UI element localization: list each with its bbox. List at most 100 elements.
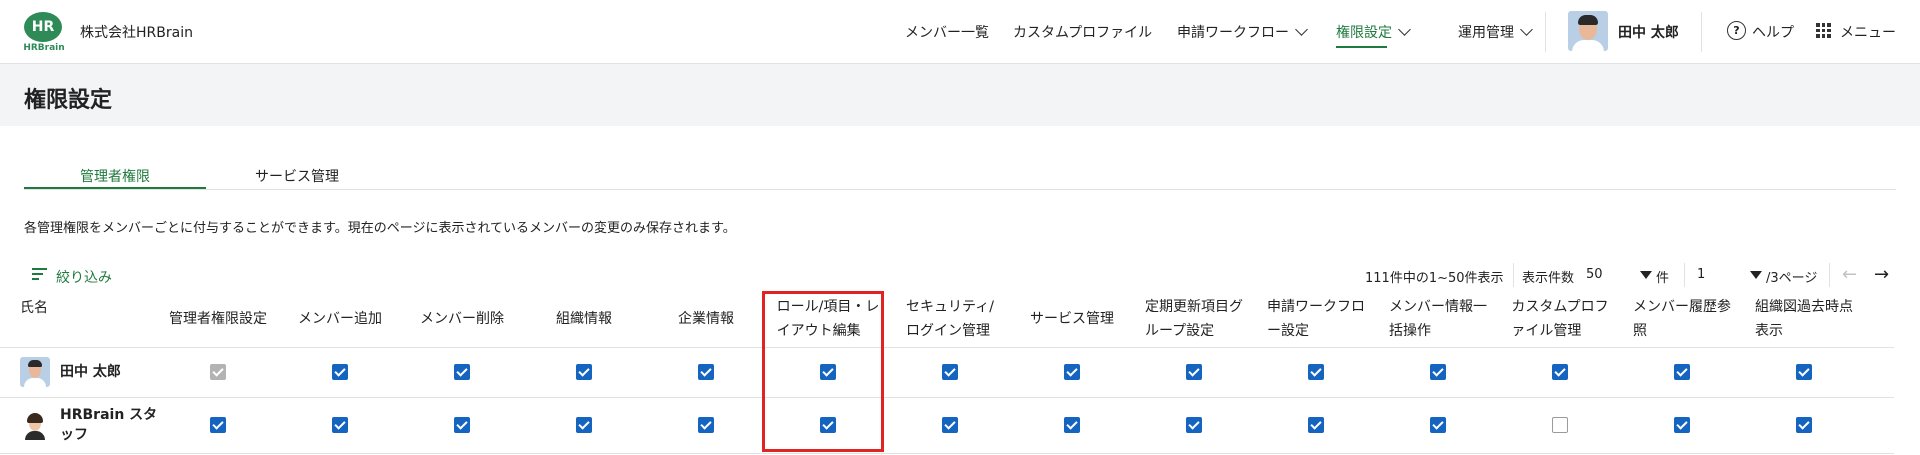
permission-cell bbox=[1064, 364, 1080, 380]
grid-menu-icon[interactable] bbox=[1816, 23, 1831, 38]
permission-cell bbox=[1796, 417, 1812, 433]
nav-custom-profile[interactable]: カスタムプロファイル bbox=[1013, 22, 1152, 42]
column-header-text: カスタムプロフ ァイル管理 bbox=[1511, 295, 1608, 343]
column-header-line: 定期更新項目グ bbox=[1145, 299, 1243, 315]
permission-cell bbox=[454, 417, 470, 433]
member-name: HRBrain スタ ッフ bbox=[60, 405, 157, 445]
next-page-arrow-icon[interactable]: → bbox=[1874, 264, 1889, 285]
permission-checkbox[interactable] bbox=[1674, 417, 1690, 433]
permission-checkbox[interactable] bbox=[942, 417, 958, 433]
nav-label: 運用管理 bbox=[1458, 25, 1514, 41]
permission-checkbox bbox=[210, 364, 226, 380]
permission-checkbox[interactable] bbox=[1064, 417, 1080, 433]
nav-workflow[interactable]: 申請ワークフロー bbox=[1177, 22, 1308, 42]
permission-checkbox[interactable] bbox=[698, 364, 714, 380]
column-header-line: セキュリティ/ bbox=[906, 299, 994, 315]
permission-checkbox[interactable] bbox=[1552, 417, 1568, 433]
column-header-text: メンバー追加 bbox=[298, 307, 382, 331]
page-total: /3ページ bbox=[1766, 271, 1818, 286]
permission-cell bbox=[576, 364, 592, 380]
prev-page-arrow-icon[interactable]: ← bbox=[1842, 264, 1857, 285]
column-header: 組織情報 bbox=[523, 294, 645, 344]
nav-label: カスタムプロファイル bbox=[1013, 25, 1153, 41]
user-avatar[interactable] bbox=[1568, 11, 1608, 51]
column-header-text: メンバー情報一 括操作 bbox=[1389, 295, 1487, 343]
filter-button[interactable]: 絞り込み bbox=[56, 267, 112, 287]
menu-button[interactable]: メニュー bbox=[1840, 22, 1896, 42]
column-header-line: カスタムプロフ bbox=[1511, 299, 1609, 315]
permission-checkbox[interactable] bbox=[1796, 417, 1812, 433]
column-header-line: サービス管理 bbox=[1030, 311, 1114, 327]
permission-cell bbox=[1186, 364, 1202, 380]
permission-checkbox[interactable] bbox=[1064, 364, 1080, 380]
page-title: 権限設定 bbox=[24, 88, 113, 113]
avatar bbox=[20, 357, 50, 387]
per-page-select[interactable]: 50 bbox=[1586, 267, 1603, 282]
permission-checkbox[interactable] bbox=[1552, 364, 1568, 380]
column-header: 申請ワークフロ ー設定 bbox=[1255, 294, 1377, 344]
column-header-text: セキュリティ/ログイン管理 bbox=[906, 295, 994, 343]
logo-subtext: HRBrain bbox=[23, 43, 65, 53]
member-name-line: 田中 太郎 bbox=[60, 364, 121, 380]
company-name: 株式会社HRBrain bbox=[80, 25, 193, 41]
permission-checkbox[interactable] bbox=[942, 364, 958, 380]
tab-admin-permissions[interactable]: 管理者権限 bbox=[24, 166, 206, 186]
permission-cell bbox=[1064, 417, 1080, 433]
nav-permission-settings[interactable]: 権限設定 bbox=[1336, 22, 1411, 48]
permission-checkbox[interactable] bbox=[1308, 364, 1324, 380]
permission-checkbox[interactable] bbox=[332, 417, 348, 433]
column-header-line: 企業情報 bbox=[678, 311, 734, 327]
permission-checkbox[interactable] bbox=[1308, 417, 1324, 433]
hrbrain-logo[interactable]: HR HRBrain bbox=[22, 12, 65, 54]
caret-down-icon[interactable] bbox=[1750, 271, 1762, 279]
permission-checkbox[interactable] bbox=[698, 417, 714, 433]
avatar-body bbox=[1572, 40, 1604, 51]
user-name[interactable]: 田中 太郎 bbox=[1618, 22, 1679, 42]
filter-icon[interactable] bbox=[32, 268, 47, 280]
tab-service-management[interactable]: サービス管理 bbox=[206, 166, 388, 186]
permission-cell bbox=[1186, 417, 1202, 433]
permission-checkbox[interactable] bbox=[1430, 364, 1446, 380]
column-header-line: 照 bbox=[1633, 323, 1647, 339]
column-header-text: 定期更新項目グ ループ設定 bbox=[1145, 295, 1243, 343]
column-header-line: メンバー削除 bbox=[420, 311, 504, 327]
column-header-text: 組織情報 bbox=[556, 307, 612, 331]
help-link[interactable]: ヘルプ bbox=[1752, 22, 1794, 42]
permission-cell bbox=[942, 364, 958, 380]
chevron-down-icon bbox=[1295, 23, 1308, 36]
page-select[interactable]: 1 bbox=[1697, 267, 1705, 282]
nav-member-list[interactable]: メンバー一覧 bbox=[905, 22, 989, 42]
permission-checkbox[interactable] bbox=[1186, 364, 1202, 380]
top-header: HR HRBrain 株式会社HRBrain メンバー一覧 カスタムプロファイル… bbox=[0, 0, 1920, 64]
permission-checkbox[interactable] bbox=[332, 364, 348, 380]
column-header: セキュリティ/ログイン管理 bbox=[889, 294, 1011, 344]
permission-checkbox[interactable] bbox=[1674, 364, 1690, 380]
table-header-divider bbox=[0, 347, 1894, 348]
header-divider bbox=[1545, 12, 1546, 52]
column-header-text: 組織図過去時点 表示 bbox=[1755, 295, 1853, 343]
permission-checkbox[interactable] bbox=[1186, 417, 1202, 433]
avatar-hair bbox=[1578, 15, 1598, 25]
caret-down-icon[interactable] bbox=[1640, 271, 1652, 279]
permission-checkbox[interactable] bbox=[210, 417, 226, 433]
nav-operation-management[interactable]: 運用管理 bbox=[1458, 22, 1533, 42]
permission-checkbox[interactable] bbox=[454, 417, 470, 433]
permission-checkbox[interactable] bbox=[576, 417, 592, 433]
pagination-divider bbox=[1513, 263, 1514, 287]
help-icon[interactable]: ? bbox=[1727, 21, 1746, 40]
column-header: 定期更新項目グ ループ設定 bbox=[1133, 294, 1255, 344]
permission-checkbox[interactable] bbox=[454, 364, 470, 380]
column-header-line: 組織図過去時点 bbox=[1755, 299, 1853, 315]
permission-cell bbox=[1796, 364, 1812, 380]
column-header-line: メンバー情報一 bbox=[1389, 299, 1487, 315]
pagination-divider bbox=[1829, 263, 1830, 287]
permission-cell bbox=[942, 417, 958, 433]
permission-checkbox[interactable] bbox=[576, 364, 592, 380]
member-name-line: ッフ bbox=[60, 427, 88, 443]
permission-cell bbox=[1674, 417, 1690, 433]
permission-checkbox[interactable] bbox=[1796, 364, 1812, 380]
column-header-text: 管理者権限設定 bbox=[169, 307, 267, 331]
nav-label: メンバー一覧 bbox=[905, 25, 989, 41]
permission-cell bbox=[1308, 417, 1324, 433]
permission-checkbox[interactable] bbox=[1430, 417, 1446, 433]
